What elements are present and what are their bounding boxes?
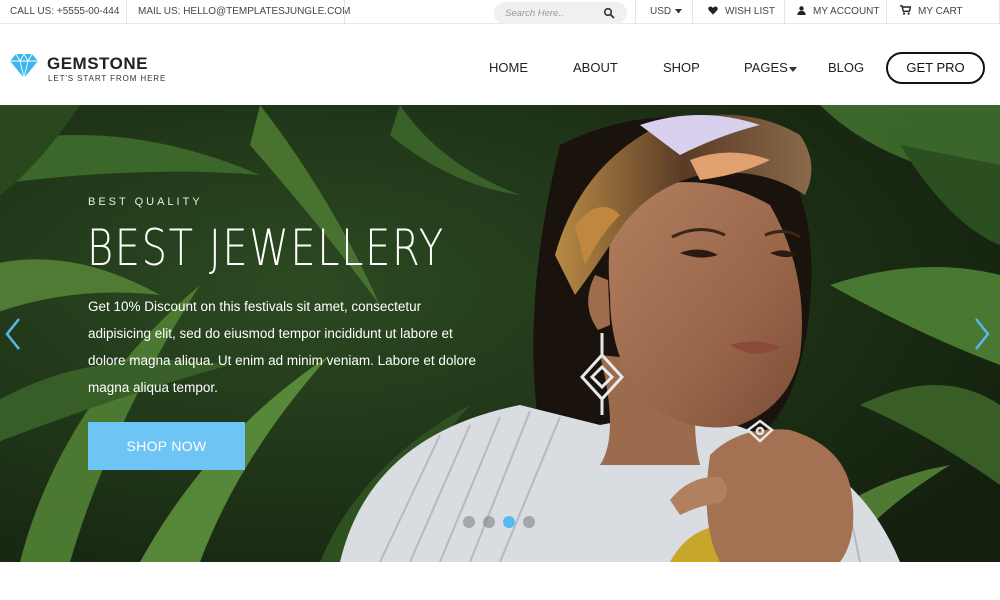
logo[interactable]: GEMSTONE LET'S START FROM HERE — [9, 51, 169, 87]
shop-now-button[interactable]: SHOP NOW — [88, 422, 245, 470]
divider — [126, 0, 127, 24]
site-header: GEMSTONE LET'S START FROM HERE HOME ABOU… — [0, 25, 1000, 105]
my-account-label: MY ACCOUNT — [813, 6, 880, 17]
chevron-right-icon[interactable] — [972, 317, 992, 351]
my-account-link[interactable]: MY ACCOUNT — [797, 0, 880, 24]
search-icon[interactable] — [603, 7, 615, 19]
content-area — [0, 562, 1000, 600]
divider — [344, 0, 345, 24]
hero-slider: BEST QUALITY BEST JEWELLERY Get 10% Disc… — [0, 105, 1000, 562]
nav-pages[interactable]: PAGES — [744, 60, 788, 76]
call-us-text: CALL US: +5555-00-444 — [10, 6, 120, 17]
mail-us-link[interactable]: MAIL US: HELLO@TEMPLATESJUNGLE.COM — [138, 0, 350, 24]
diamond-icon — [10, 53, 38, 79]
logo-tagline: LET'S START FROM HERE — [48, 74, 167, 83]
my-cart-link[interactable]: MY CART — [900, 0, 963, 24]
divider — [784, 0, 785, 24]
hero-eyebrow: BEST QUALITY — [88, 196, 203, 208]
wishlist-link[interactable]: WISH LIST — [708, 0, 775, 24]
top-bar: CALL US: +5555-00-444 MAIL US: HELLO@TEM… — [0, 0, 1000, 24]
wishlist-label: WISH LIST — [725, 6, 776, 17]
slide-dot[interactable] — [483, 516, 495, 528]
nav-home[interactable]: HOME — [489, 60, 528, 76]
my-cart-label: MY CART — [918, 6, 963, 17]
divider — [635, 0, 636, 24]
search-input[interactable] — [505, 6, 600, 20]
slide-dot-active[interactable] — [503, 516, 515, 528]
divider — [886, 0, 887, 24]
user-icon — [797, 6, 806, 15]
currency-selector[interactable]: USD — [650, 0, 682, 24]
chevron-down-icon[interactable] — [789, 67, 797, 72]
search-box — [494, 2, 627, 24]
divider — [692, 0, 693, 24]
nav-shop[interactable]: SHOP — [663, 60, 700, 76]
heart-icon — [708, 6, 718, 15]
nav-blog[interactable]: BLOG — [828, 60, 864, 76]
slide-dot[interactable] — [463, 516, 475, 528]
nav-about[interactable]: ABOUT — [573, 60, 618, 76]
logo-name: GEMSTONE — [47, 54, 148, 73]
chevron-left-icon[interactable] — [3, 317, 23, 351]
cart-icon — [900, 5, 911, 16]
currency-label: USD — [650, 6, 672, 17]
get-pro-button[interactable]: GET PRO — [886, 52, 985, 84]
slide-dot[interactable] — [523, 516, 535, 528]
caret-down-icon — [674, 8, 682, 14]
hero-description: Get 10% Discount on this festivals sit a… — [88, 299, 476, 395]
hero-title: BEST JEWELLERY — [87, 219, 445, 277]
